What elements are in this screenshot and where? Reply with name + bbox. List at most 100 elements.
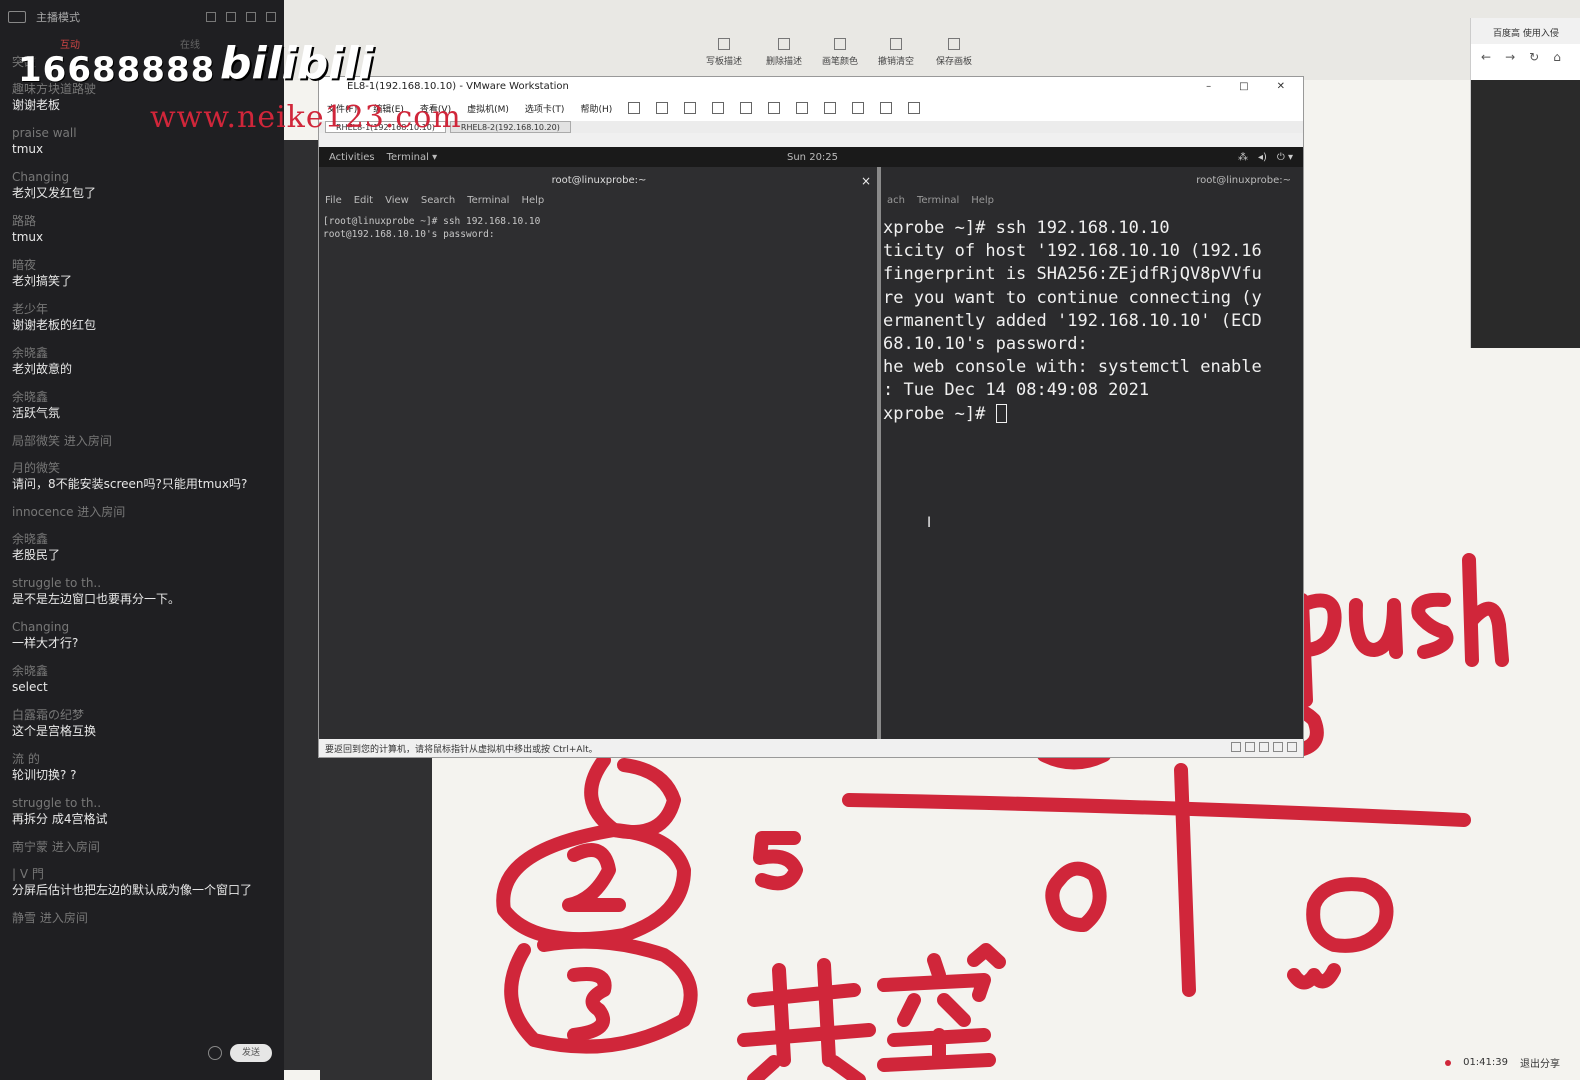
status-message: 要返回到您的计算机，请将鼠标指针从虚拟机中移出或按 Ctrl+Alt。	[325, 745, 598, 755]
chat-username[interactable]: 局部微笑 进入房间	[12, 434, 272, 449]
browser-tab[interactable]: 百度高 使用入侵	[1471, 18, 1580, 44]
chat-message: Changing 老刘又发红包了	[12, 170, 272, 202]
chat-username[interactable]: 南宁蒙 进入房间	[12, 840, 272, 855]
record-indicator-icon	[1445, 1059, 1452, 1066]
mouse-ibeam-icon: I	[927, 515, 932, 531]
chat-username[interactable]: 白露霜の纪梦	[12, 708, 272, 723]
chat-username[interactable]: innocence 进入房间	[12, 505, 272, 520]
clock[interactable]: Sun 20:25	[787, 152, 838, 163]
unity-icon[interactable]	[852, 102, 865, 114]
pause-icon[interactable]	[628, 102, 641, 114]
background-panel	[320, 740, 432, 1080]
minimize-icon[interactable]	[246, 12, 256, 22]
chat-username[interactable]: | V 門	[12, 867, 272, 882]
chat-username[interactable]: 流 的	[12, 752, 272, 767]
terminal-right-output[interactable]: xprobe ~]# ssh 192.168.10.10 ticity of ho…	[881, 213, 1303, 430]
menu-view[interactable]: View	[385, 195, 409, 213]
vmware-menubar: 文件(F) 编辑(E) 查看(V) 虚拟机(M) 选项卡(T) 帮助(H)	[319, 95, 1303, 121]
exit-share-button[interactable]: 退出分享	[1520, 1055, 1560, 1070]
streamer-mode-label[interactable]: 主播模式	[36, 9, 80, 25]
display-icon[interactable]	[1287, 742, 1297, 752]
toolbar-item-3[interactable]: 撤销清空	[866, 38, 926, 67]
back-icon[interactable]: ←	[1481, 50, 1491, 64]
menu-help[interactable]: 帮助(H)	[580, 102, 612, 115]
snapshot-manager-icon[interactable]	[740, 102, 753, 114]
guest-display[interactable]: Activities Terminal ▾ Sun 20:25 ⁂ ◂) ⏻ ▾…	[319, 147, 1303, 741]
tab-interact[interactable]: 互动	[60, 36, 80, 51]
chat-username[interactable]: 月的微笑	[12, 461, 272, 476]
minimize-icon[interactable]: –	[1206, 81, 1211, 92]
chat-username[interactable]: struggle to th..	[12, 576, 272, 591]
live-chat-panel: 主播模式 互动 在线 突破 趣味方块道路驶 谢谢老板 praise wall tmux C…	[0, 0, 284, 1080]
send-button[interactable]: 发送	[230, 1044, 272, 1062]
maximize-icon[interactable]: □	[1239, 81, 1248, 92]
activities-button[interactable]: Activities	[329, 152, 375, 163]
chat-username[interactable]: 余晓鑫	[12, 664, 272, 679]
menu-help[interactable]: Help	[971, 195, 994, 213]
chat-username[interactable]: Changing	[12, 170, 272, 185]
terminal-line: root@192.168.10.10's password:	[323, 229, 495, 240]
chat-username[interactable]: 静雪 进入房间	[12, 911, 272, 926]
chat-username[interactable]: 余晓鑫	[12, 346, 272, 361]
forward-icon[interactable]: →	[1505, 50, 1515, 64]
chat-header: 主播模式	[0, 0, 284, 34]
chat-message: 局部微笑 进入房间	[12, 434, 272, 449]
terminal-line: re you want to continue connecting (y	[883, 287, 1262, 308]
home-icon[interactable]: ⌂	[1553, 50, 1561, 64]
toolbar-item-1[interactable]: 删除描述	[754, 38, 814, 67]
snapshot-icon[interactable]	[684, 102, 697, 114]
menu-search[interactable]: Search	[421, 195, 455, 213]
send-keys-icon[interactable]	[656, 102, 669, 114]
usb-icon[interactable]	[1273, 742, 1283, 752]
menu-vm[interactable]: 虚拟机(M)	[467, 102, 509, 115]
menu-help[interactable]: Help	[521, 195, 544, 213]
reload-icon[interactable]: ↻	[1529, 50, 1539, 64]
system-tray[interactable]: ⁂ ◂) ⏻ ▾	[1238, 152, 1293, 163]
chat-message: 白露霜の纪梦 这个是宫格互换	[12, 708, 272, 740]
close-icon[interactable]	[266, 12, 276, 22]
menu-terminal[interactable]: Terminal	[917, 195, 959, 213]
terminal-left[interactable]: root@linuxprobe:~ × File Edit View Searc…	[319, 167, 879, 741]
tab-rhel8-2[interactable]: RHEL8-2(192.168.10.20)	[449, 121, 571, 133]
terminal-right[interactable]: root@linuxprobe:~ ach Terminal Help xpro…	[877, 167, 1303, 741]
chat-username[interactable]: 路路	[12, 214, 272, 229]
volume-icon: ◂)	[1257, 151, 1267, 163]
settings-icon[interactable]	[226, 12, 236, 22]
menu-search[interactable]: ach	[887, 195, 905, 213]
close-icon[interactable]: ×	[861, 167, 871, 195]
toolbar-item-0[interactable]: 写板描述	[694, 38, 754, 67]
chat-username[interactable]: struggle to th..	[12, 796, 272, 811]
chat-message-list[interactable]: 突破 趣味方块道路驶 谢谢老板 praise wall tmux Changing 老刘又发…	[12, 55, 272, 938]
menu-tabs[interactable]: 选项卡(T)	[525, 102, 565, 115]
console-view-icon[interactable]	[880, 102, 893, 114]
menu-file[interactable]: File	[325, 195, 342, 213]
terminal-app-menu[interactable]: Terminal ▾	[387, 152, 437, 163]
cdrom-icon[interactable]	[1245, 742, 1255, 752]
network-adapter-icon[interactable]	[1259, 742, 1269, 752]
vm-tab-strip: RHEL8-1(192.168.10.10) RHEL8-2(192.168.1…	[319, 121, 1303, 133]
emoji-icon[interactable]	[208, 1046, 222, 1060]
tab-online[interactable]: 在线	[180, 36, 200, 51]
pin-icon[interactable]	[206, 12, 216, 22]
revert-snapshot-icon[interactable]	[712, 102, 725, 114]
chat-message: innocence 进入房间	[12, 505, 272, 520]
chat-username[interactable]: 暗夜	[12, 258, 272, 273]
close-icon[interactable]: ✕	[1277, 81, 1285, 92]
color-icon	[834, 38, 846, 50]
fullscreen-icon[interactable]	[824, 102, 837, 114]
library-icon[interactable]	[768, 102, 781, 114]
toolbar-item-2[interactable]: 画笔颜色	[810, 38, 870, 67]
thumbnail-icon[interactable]	[796, 102, 809, 114]
chat-username[interactable]: 余晓鑫	[12, 390, 272, 405]
chat-username[interactable]: 老少年	[12, 302, 272, 317]
stretch-icon[interactable]	[908, 102, 921, 114]
disk-icon[interactable]	[1231, 742, 1241, 752]
chat-text: 再拆分 成4宫格试	[12, 812, 108, 826]
toolbar-item-4[interactable]: 保存画板	[924, 38, 984, 67]
terminal-left-output[interactable]: [root@linuxprobe ~]# ssh 192.168.10.10 r…	[319, 213, 879, 243]
chat-username[interactable]: 余晓鑫	[12, 532, 272, 547]
chat-username[interactable]: Changing	[12, 620, 272, 635]
terminal-prompt: xprobe ~]#	[883, 403, 996, 424]
menu-edit[interactable]: Edit	[354, 195, 373, 213]
menu-terminal[interactable]: Terminal	[467, 195, 509, 213]
